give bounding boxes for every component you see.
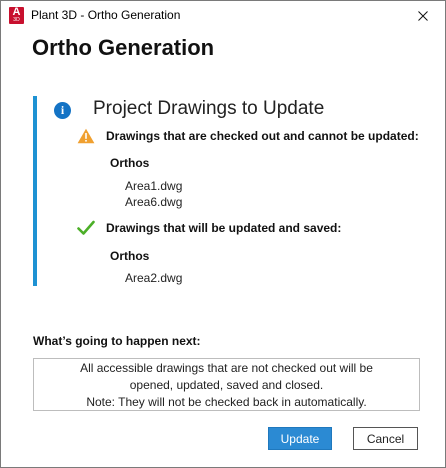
project-drawings-panel: i Project Drawings to Update Drawings th… xyxy=(33,96,423,286)
page-title: Ortho Generation xyxy=(32,35,215,60)
list-item: Area2.dwg xyxy=(125,271,183,285)
window-title: Plant 3D - Ortho Generation xyxy=(31,8,181,22)
close-icon xyxy=(418,10,428,21)
autocad-plant3d-icon: A 3D xyxy=(9,7,24,24)
update-button[interactable]: Update xyxy=(268,427,332,450)
panel-title: Project Drawings to Update xyxy=(93,98,325,119)
info-icon: i xyxy=(54,102,71,119)
update-section-title: Drawings that will be updated and saved: xyxy=(106,221,342,235)
cancel-button[interactable]: Cancel xyxy=(353,427,418,450)
checked-out-group-label: Orthos xyxy=(110,156,150,170)
check-icon xyxy=(77,220,95,235)
update-group-label: Orthos xyxy=(110,249,150,263)
checked-out-section-title: Drawings that are checked out and cannot… xyxy=(106,129,419,143)
next-steps-message: All accessible drawings that are not che… xyxy=(33,358,420,411)
warning-icon xyxy=(77,128,95,144)
message-line: opened, updated, saved and closed. xyxy=(129,378,324,392)
list-item: Area1.dwg xyxy=(125,179,183,193)
message-line: All accessible drawings that are not che… xyxy=(80,361,373,375)
title-bar[interactable]: A 3D Plant 3D - Ortho Generation xyxy=(1,1,445,30)
list-item: Area6.dwg xyxy=(125,195,183,209)
dialog-window: A 3D Plant 3D - Ortho Generation Ortho G… xyxy=(0,0,446,468)
next-steps-label: What’s going to happen next: xyxy=(33,334,201,348)
message-line: Note: They will not be checked back in a… xyxy=(86,395,367,409)
close-button[interactable] xyxy=(401,1,445,30)
